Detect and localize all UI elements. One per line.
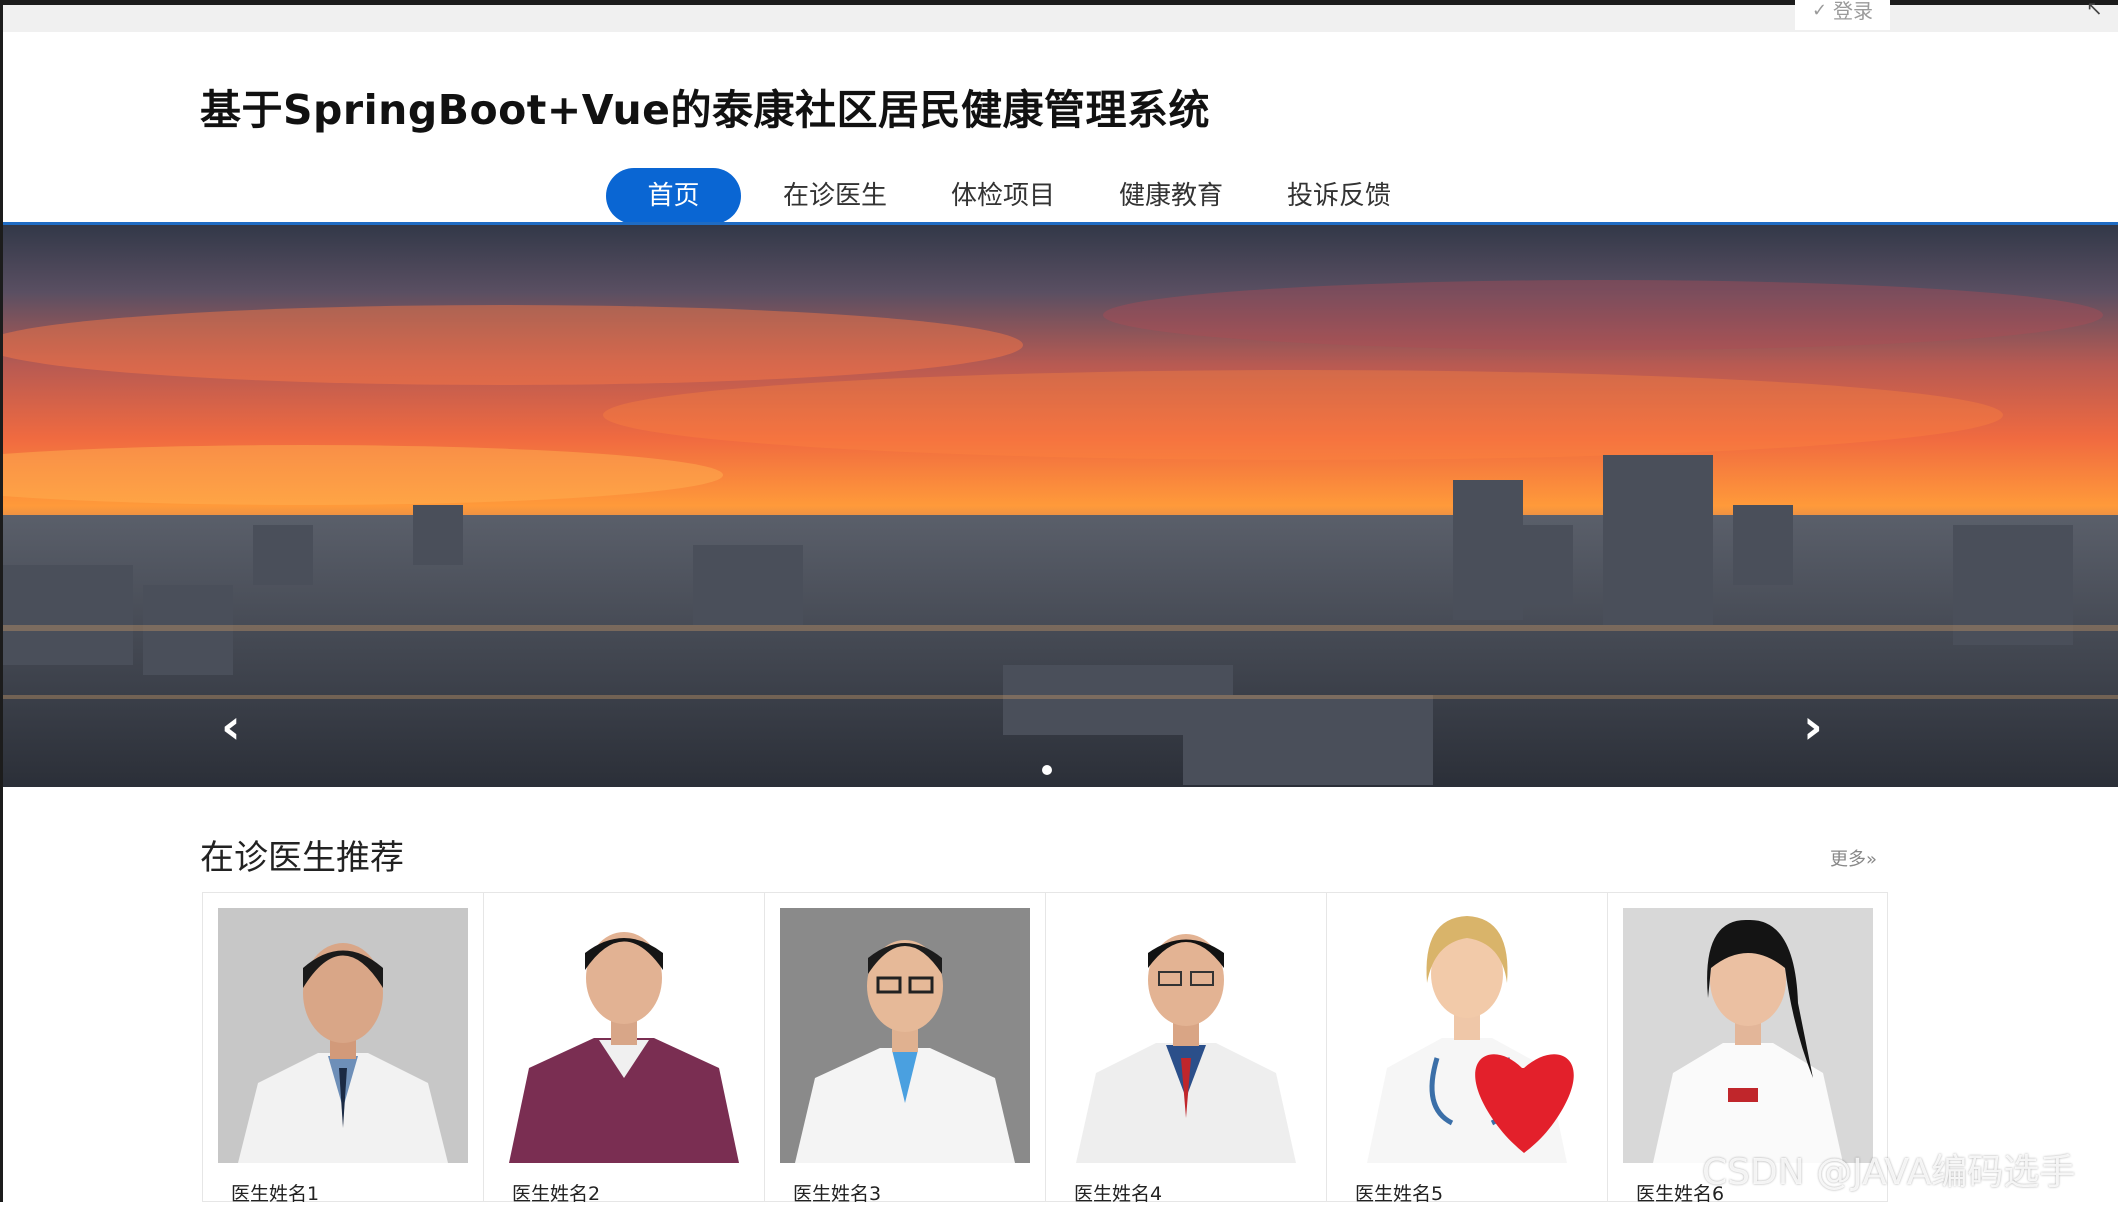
chevron-right-icon[interactable]: › bbox=[1803, 703, 1823, 751]
doctor-photo bbox=[1623, 908, 1873, 1163]
doctor-card[interactable]: 医生姓名5 bbox=[1326, 892, 1607, 1205]
doctor-photo bbox=[1061, 908, 1311, 1163]
chevron-left-icon[interactable]: ‹ bbox=[221, 703, 241, 751]
banner-carousel[interactable]: ‹ › bbox=[3, 225, 2118, 787]
section-title: 在诊医生推荐 bbox=[200, 838, 404, 878]
doctor-card[interactable]: 医生姓名1 bbox=[202, 892, 483, 1205]
login-button[interactable]: ✓ 登录 bbox=[1795, 0, 1890, 30]
more-link[interactable]: 更多» bbox=[1830, 845, 1877, 871]
nav-item-feedback[interactable]: 投诉反馈 bbox=[1281, 168, 1397, 224]
carousel-indicator[interactable] bbox=[1042, 765, 1052, 775]
doctor-photo bbox=[780, 908, 1030, 1163]
nav-item-home[interactable]: 首页 bbox=[606, 168, 741, 224]
main-nav: 首页 在诊医生 体检项目 健康教育 投诉反馈 bbox=[606, 168, 1449, 224]
doctor-photo bbox=[1342, 908, 1592, 1163]
banner-image bbox=[3, 225, 2118, 787]
doctor-list: 医生姓名1 医生姓名2 医生姓名3 医生姓名4 医生姓名5 医生姓名6 bbox=[202, 892, 1888, 1205]
doctor-card[interactable]: 医生姓名2 bbox=[483, 892, 764, 1205]
watermark: CSDN @JAVA编码选手 bbox=[1702, 1152, 2076, 1193]
login-label: 登录 bbox=[1833, 0, 1874, 23]
doctor-photo bbox=[499, 908, 749, 1163]
site-title: 基于SpringBoot+Vue的泰康社区居民健康管理系统 bbox=[200, 86, 1210, 134]
doctor-photo bbox=[218, 908, 468, 1163]
check-circle-icon: ✓ bbox=[1811, 0, 1828, 21]
nav-item-checkups[interactable]: 体检项目 bbox=[945, 168, 1061, 224]
doctor-card[interactable]: 医生姓名4 bbox=[1045, 892, 1326, 1205]
nav-item-education[interactable]: 健康教育 bbox=[1113, 168, 1229, 224]
cursor-icon: ↖ bbox=[2086, 0, 2103, 20]
doctor-card[interactable]: 医生姓名3 bbox=[764, 892, 1045, 1205]
nav-item-doctors[interactable]: 在诊医生 bbox=[777, 168, 893, 224]
